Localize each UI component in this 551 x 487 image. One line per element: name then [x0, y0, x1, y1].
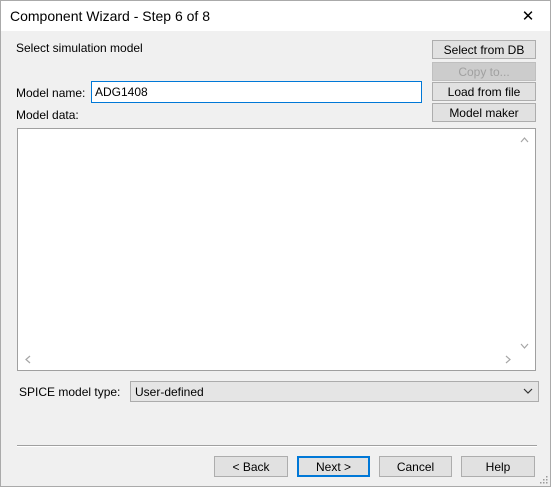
- scroll-right-arrow-icon[interactable]: [505, 355, 511, 364]
- size-grip-icon[interactable]: [538, 474, 548, 484]
- scroll-left-arrow-icon[interactable]: [25, 355, 31, 364]
- next-button[interactable]: Next >: [297, 456, 370, 477]
- model-data-textarea[interactable]: [17, 128, 536, 371]
- scroll-down-arrow-icon[interactable]: [520, 343, 529, 349]
- title-bar: Component Wizard - Step 6 of 8 ✕: [1, 1, 550, 31]
- model-name-input[interactable]: ADG1408: [91, 81, 422, 103]
- cancel-button[interactable]: Cancel: [379, 456, 452, 477]
- model-name-label: Model name:: [16, 86, 86, 100]
- scroll-up-arrow-icon[interactable]: [520, 137, 529, 143]
- back-button[interactable]: < Back: [214, 456, 288, 477]
- spice-model-type-label: SPICE model type:: [19, 385, 121, 399]
- model-maker-button[interactable]: Model maker: [432, 103, 536, 122]
- chevron-down-icon: [523, 388, 533, 394]
- help-button[interactable]: Help: [461, 456, 535, 477]
- load-from-file-button[interactable]: Load from file: [432, 82, 536, 101]
- model-name-value: ADG1408: [95, 85, 148, 99]
- footer-separator: [17, 445, 537, 447]
- select-from-db-button[interactable]: Select from DB: [432, 40, 536, 59]
- window-title: Component Wizard - Step 6 of 8: [10, 8, 210, 24]
- close-icon[interactable]: ✕: [506, 1, 550, 31]
- component-wizard-dialog: Component Wizard - Step 6 of 8 ✕ Select …: [0, 0, 551, 487]
- section-heading: Select simulation model: [16, 41, 143, 55]
- spice-model-type-value: User-defined: [135, 385, 204, 399]
- copy-to-button[interactable]: Copy to...: [432, 62, 536, 81]
- spice-model-type-select[interactable]: User-defined: [130, 381, 539, 402]
- model-data-label: Model data:: [16, 108, 79, 122]
